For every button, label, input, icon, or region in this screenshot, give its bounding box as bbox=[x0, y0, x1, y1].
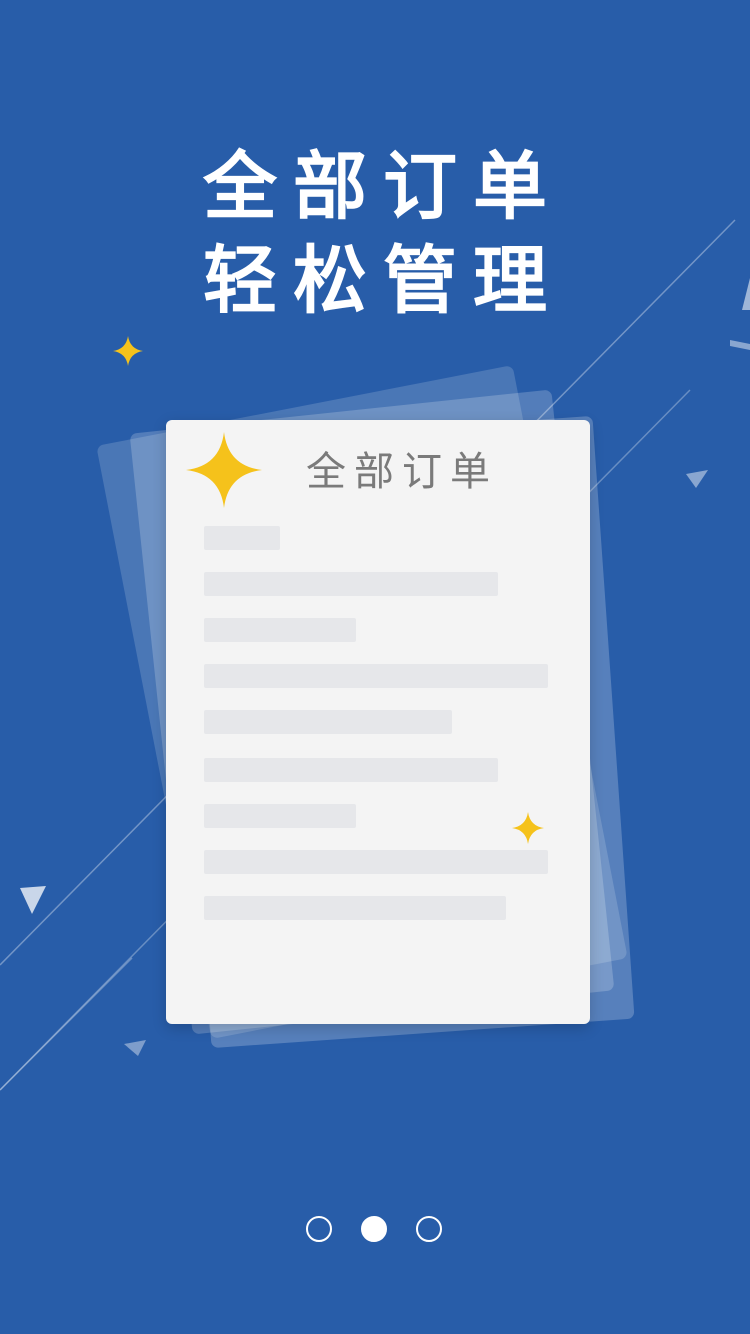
placeholder-bar bbox=[204, 758, 498, 782]
page-indicator bbox=[0, 1216, 750, 1246]
placeholder-bar bbox=[204, 618, 356, 642]
page-dot-3[interactable] bbox=[416, 1216, 442, 1242]
sparkle-star-icon bbox=[186, 432, 262, 508]
headline-line-2: 轻松管理 bbox=[203, 238, 563, 324]
placeholder-bar bbox=[204, 572, 498, 596]
page-dot-2-active[interactable] bbox=[361, 1216, 387, 1242]
onboarding-screen[interactable]: 全部订单 轻松管理 全部订单 bbox=[0, 0, 750, 1334]
card-title: 全部订单 bbox=[306, 449, 498, 495]
placeholder-bar bbox=[204, 526, 280, 550]
placeholder-bar bbox=[204, 850, 548, 874]
placeholder-bar bbox=[204, 664, 548, 688]
page-dot-1[interactable] bbox=[306, 1216, 332, 1242]
order-card-illustration: 全部订单 bbox=[166, 420, 590, 1024]
placeholder-bar bbox=[204, 710, 452, 734]
headline-line-1: 全部订单 bbox=[203, 144, 563, 230]
placeholder-bar bbox=[204, 896, 506, 920]
placeholder-bar bbox=[204, 804, 356, 828]
sparkle-star-small-icon bbox=[512, 812, 544, 844]
